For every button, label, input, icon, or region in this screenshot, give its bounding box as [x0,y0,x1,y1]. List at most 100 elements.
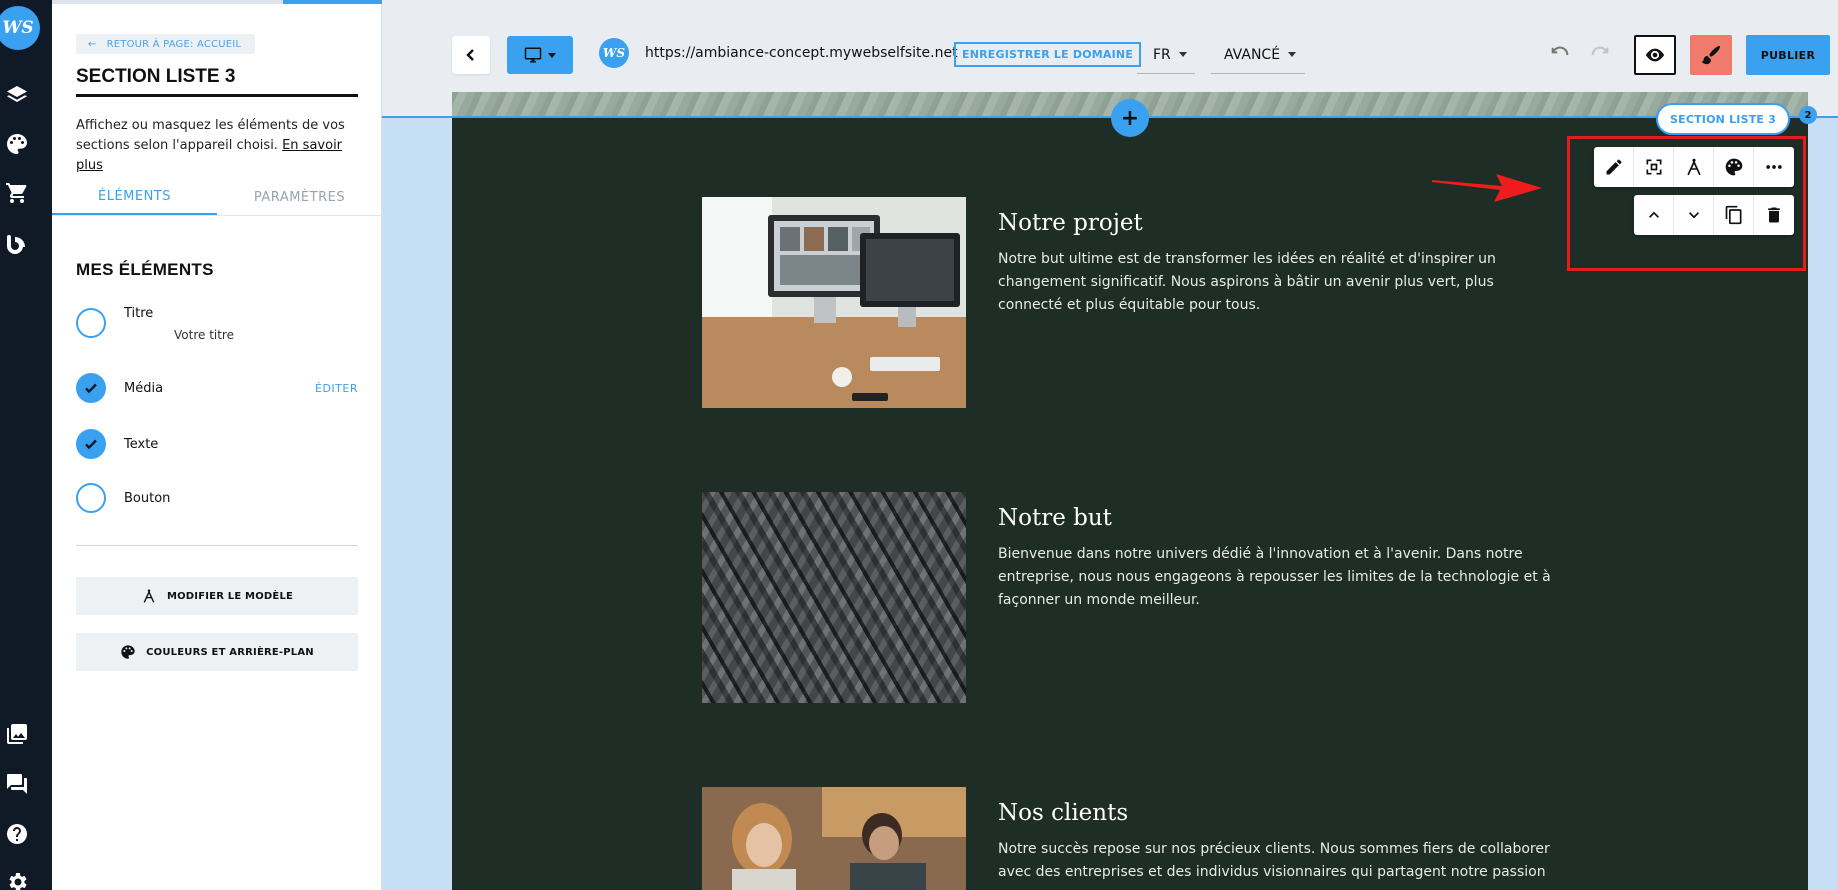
check-icon [85,439,97,450]
device-selector[interactable] [507,36,573,74]
button-toggle[interactable] [76,483,106,513]
colors-button[interactable] [1714,147,1754,187]
section-toolbar-primary [1594,147,1794,187]
item-text[interactable]: Notre succès repose sur nos précieux cli… [998,838,1558,884]
panel-divider [76,545,358,546]
section-settings-panel: ← RETOUR À PAGE: ACCUEIL SECTION LISTE 3… [52,0,382,890]
pencil-icon [1606,159,1621,175]
more-options-button[interactable] [1754,147,1794,187]
people-photo [702,787,966,890]
add-section-button[interactable]: + [1111,99,1149,137]
elements-heading: MES ÉLÉMENTS [76,260,214,279]
brush-icon [1701,45,1721,65]
element-label: Média [124,380,164,396]
help-icon[interactable] [4,821,30,847]
move-up-button[interactable] [1634,195,1674,235]
redo-button[interactable] [1588,44,1612,68]
template-button[interactable] [1674,147,1714,187]
caret-down-icon [548,52,556,58]
chat-icon[interactable] [4,771,30,797]
item-text[interactable]: Bienvenue dans notre univers dédié à l'i… [998,543,1558,612]
back-button[interactable] [452,36,490,74]
caret-down-icon [1178,52,1187,57]
element-label: Texte [124,436,159,452]
mode-value: AVANCÉ [1224,46,1281,63]
colors-background-button[interactable]: COULEURS ET ARRIÈRE-PLAN [76,633,358,671]
undo-button[interactable] [1548,44,1572,68]
section-label-badge[interactable]: SECTION LISTE 3 [1656,103,1790,135]
check-icon [85,383,97,394]
cart-icon[interactable] [4,180,30,206]
chevron-left-icon [466,49,474,61]
edit-media-link[interactable]: ÉDITER [315,382,358,395]
item-image-workspace[interactable] [702,197,966,408]
undo-icon [1551,46,1569,56]
site-logo: WS [599,38,629,68]
section-boundary-line [382,116,1838,118]
delete-button[interactable] [1754,195,1794,235]
design-button[interactable] [1690,35,1732,75]
publish-button[interactable]: PUBLIER [1746,35,1830,75]
gallery-icon[interactable] [4,721,30,747]
edit-template-label: MODIFIER LE MODÈLE [166,590,294,602]
media-toggle[interactable] [76,373,106,403]
desktop-icon [524,47,542,63]
element-label: Titre [124,305,154,321]
element-label: Bouton [124,490,171,506]
layers-icon[interactable] [4,82,30,108]
section-number-badge: 2 [1799,106,1817,124]
settings-icon[interactable] [4,869,30,890]
panel-progress-bar [52,0,382,4]
panel-tabs: ÉLÉMENTS PARAMÈTRES [52,180,382,216]
text-toggle[interactable] [76,429,106,459]
chevron-down-icon [1688,212,1699,219]
site-url[interactable]: https://ambiance-concept.mywebselfsite.n… [645,45,958,61]
palette-icon [1725,158,1742,176]
webself-logo[interactable]: WS [0,6,40,50]
blog-icon[interactable] [4,230,30,256]
copy-icon [1725,205,1741,225]
fit-screen-icon [1646,159,1661,175]
palette-icon [121,645,135,659]
preview-button[interactable] [1634,35,1676,75]
item-image-people[interactable] [702,787,966,890]
compass-icon [143,589,155,603]
arrow-left-icon: ← [88,38,97,50]
item-title[interactable]: Nos clients [998,800,1128,826]
title-toggle[interactable] [76,308,106,338]
more-horizontal-icon [1766,165,1782,169]
mode-select[interactable]: AVANCÉ [1211,36,1305,74]
eye-icon [1645,48,1665,62]
section-toolbar-secondary [1634,195,1794,235]
panel-title: SECTION LISTE 3 [76,66,358,97]
item-title[interactable]: Notre projet [998,210,1143,236]
item-title[interactable]: Notre but [998,505,1112,531]
red-arrow-annotation [1432,174,1542,202]
palette-icon[interactable] [4,131,30,157]
element-sublabel: Votre titre [174,328,234,342]
edit-button[interactable] [1594,147,1634,187]
back-to-page-button[interactable]: ← RETOUR À PAGE: ACCUEIL [76,34,256,54]
language-select[interactable]: FR [1137,36,1195,74]
move-down-button[interactable] [1674,195,1714,235]
trash-icon [1768,207,1780,223]
element-row-button: Bouton [76,481,358,515]
item-image-hexagon-tiles[interactable] [702,492,966,703]
tab-settings[interactable]: PARAMÈTRES [217,180,382,215]
register-domain-button[interactable]: ENREGISTRER LE DOMAINE [954,42,1142,67]
element-row-media: Média ÉDITER [76,371,358,405]
workspace-photo [702,197,966,408]
edit-template-button[interactable]: MODIFIER LE MODÈLE [76,577,358,615]
colors-background-label: COULEURS ET ARRIÈRE-PLAN [146,646,314,658]
resize-button[interactable] [1634,147,1674,187]
element-row-text: Texte [76,427,358,461]
icon-rail: WS [0,0,52,890]
compass-icon [1686,158,1701,176]
redo-icon [1591,46,1609,56]
back-to-page-label: RETOUR À PAGE: ACCUEIL [106,38,242,50]
item-text[interactable]: Notre but ultime est de transformer les … [998,248,1558,317]
panel-description: Affichez ou masquez les éléments de vos … [76,116,366,176]
duplicate-button[interactable] [1714,195,1754,235]
tab-elements[interactable]: ÉLÉMENTS [52,180,217,215]
chevron-up-icon [1648,211,1659,218]
